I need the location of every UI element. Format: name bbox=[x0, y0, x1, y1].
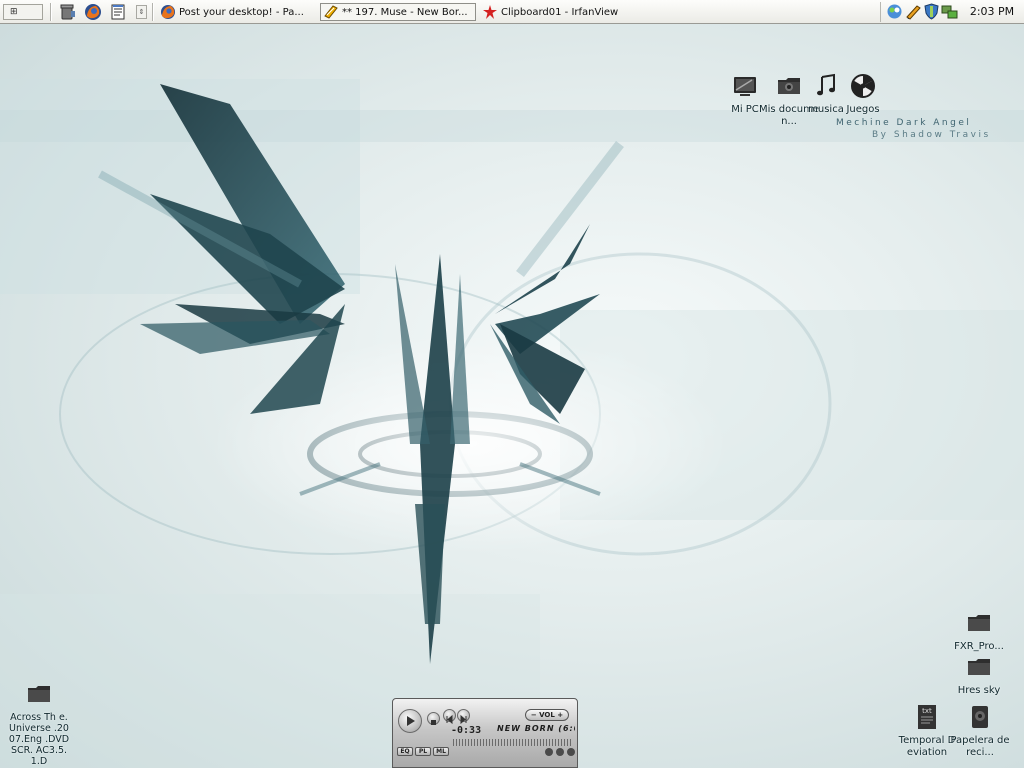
desktop-icon-across-the-universe[interactable]: Across Th e.Universe .2007.Eng .DVDSCR. … bbox=[8, 680, 70, 767]
volume-minus-icon: − bbox=[530, 711, 537, 719]
desktop-icon-label: Juegos bbox=[846, 104, 880, 115]
shade-player-icon[interactable] bbox=[556, 748, 564, 756]
quick-launch-notepad-icon[interactable] bbox=[109, 3, 127, 21]
taskbar-separator bbox=[50, 3, 51, 21]
desktop[interactable]: Mechine Dark Angel By Shadow Travis Mi P… bbox=[0, 24, 1024, 768]
folder-icon bbox=[28, 686, 50, 702]
text-file-icon: txt bbox=[918, 705, 936, 729]
messenger-icon[interactable] bbox=[886, 3, 903, 20]
firefox-icon bbox=[161, 5, 175, 19]
pencil-icon[interactable] bbox=[905, 3, 922, 20]
equalizer-button[interactable]: EQ bbox=[397, 747, 413, 756]
volume-plus-icon: + bbox=[557, 711, 564, 719]
folder-icon bbox=[968, 659, 990, 675]
desktop-icon-juegos[interactable]: Juegos bbox=[832, 72, 894, 116]
play-icon bbox=[407, 716, 415, 726]
quick-launch-recycle-bin-icon[interactable] bbox=[59, 3, 77, 21]
start-button[interactable]: ⊞ bbox=[3, 4, 43, 20]
next-button[interactable] bbox=[457, 709, 470, 725]
media-library-button[interactable]: ML bbox=[433, 747, 449, 756]
task-label: Clipboard01 - IrfanView bbox=[501, 6, 619, 18]
media-player-widget[interactable]: − VOL + -0:33 NEW BORN (6:0 EQ PL ML bbox=[392, 698, 578, 768]
irfanview-icon bbox=[483, 5, 497, 19]
desktop-icon-papelera[interactable]: Papelera de reci... bbox=[949, 703, 1011, 759]
desktop-icon-label: Across Th e.Universe .2007.Eng .DVDSCR. … bbox=[8, 712, 70, 767]
task-label: ** 197. Muse - New Bor... bbox=[342, 6, 468, 18]
wallpaper-image bbox=[0, 79, 1024, 768]
task-label: Post your desktop! - Pa... bbox=[179, 6, 304, 18]
playback-time: -0:33 bbox=[451, 725, 482, 736]
my-computer-icon bbox=[734, 77, 756, 96]
recycle-bin-icon bbox=[972, 706, 988, 728]
shield-icon[interactable] bbox=[923, 3, 940, 20]
previous-button[interactable] bbox=[443, 709, 456, 725]
quick-launch-expand-button[interactable]: ⇕ bbox=[136, 5, 147, 19]
playlist-button[interactable]: PL bbox=[415, 747, 431, 756]
seek-bar[interactable] bbox=[453, 739, 571, 746]
volume-label: VOL bbox=[539, 711, 555, 719]
desktop-icon-fxr-pro[interactable]: FXR_Pro... bbox=[948, 609, 1010, 653]
taskbar: ⊞ ⇕ Post your desktop! - Pa... ** 197. M… bbox=[0, 0, 1024, 24]
wallpaper-title: Mechine Dark Angel bbox=[836, 118, 972, 128]
stop-button[interactable] bbox=[427, 712, 440, 725]
winamp-icon bbox=[324, 5, 338, 19]
task-button-irfanview[interactable]: Clipboard01 - IrfanView bbox=[480, 3, 630, 21]
taskbar-clock[interactable]: 2:03 PM bbox=[964, 4, 1020, 20]
track-title: NEW BORN (6:0 bbox=[497, 724, 575, 733]
minimize-player-icon[interactable] bbox=[545, 748, 553, 756]
taskbar-separator bbox=[152, 3, 153, 21]
desktop-icon-label: Hres sky bbox=[957, 685, 1001, 696]
desktop-icon-label: FXR_Pro... bbox=[954, 641, 1004, 652]
close-player-icon[interactable] bbox=[567, 748, 575, 756]
network-icon[interactable] bbox=[941, 3, 958, 20]
games-icon bbox=[851, 74, 875, 98]
next-icon bbox=[460, 714, 467, 725]
task-button-firefox[interactable]: Post your desktop! - Pa... bbox=[158, 3, 316, 21]
desktop-icon-hres-sky[interactable]: Hres sky bbox=[948, 653, 1010, 697]
previous-icon bbox=[446, 714, 453, 725]
wallpaper-subtitle: By Shadow Travis bbox=[872, 130, 991, 140]
desktop-icon-label: Papelera de reci... bbox=[950, 735, 1010, 758]
folder-icon bbox=[968, 615, 990, 631]
play-button[interactable] bbox=[398, 709, 422, 733]
quick-launch-firefox-icon[interactable] bbox=[84, 3, 102, 21]
task-button-winamp[interactable]: ** 197. Muse - New Bor... bbox=[320, 3, 476, 21]
volume-control[interactable]: − VOL + bbox=[525, 709, 569, 721]
stop-icon bbox=[431, 720, 436, 725]
svg-text:txt: txt bbox=[922, 707, 932, 715]
